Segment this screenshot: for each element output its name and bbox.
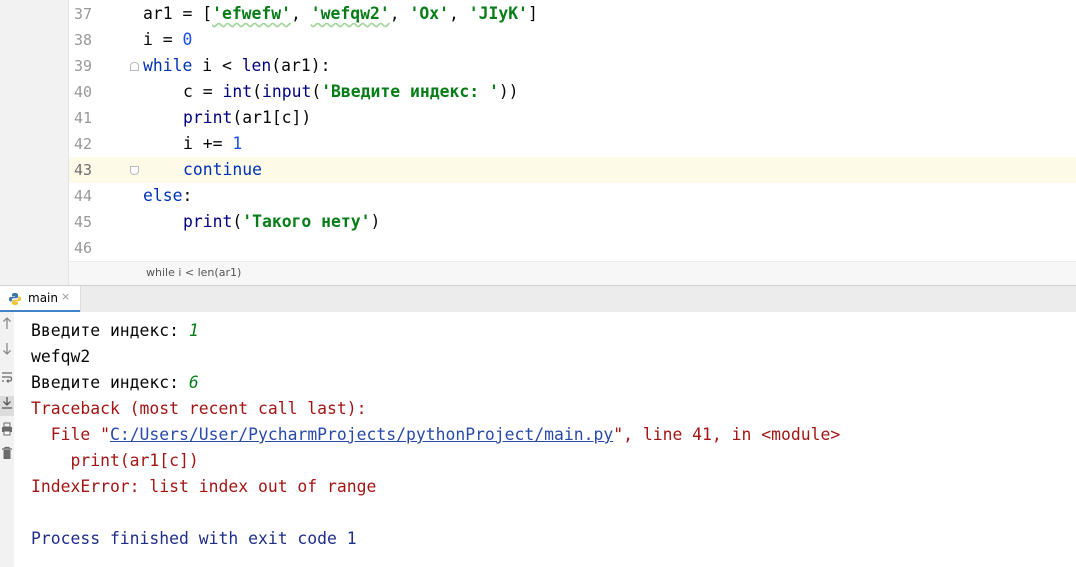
breadcrumb-item[interactable]: while i < len(ar1) <box>146 266 241 279</box>
file-link[interactable]: C:/Users/User/PycharmProjects/pythonProj… <box>110 425 613 444</box>
console-text: ", line 41, in <module> <box>613 425 841 444</box>
code-text: i < <box>192 56 242 75</box>
editor-left-strip <box>0 0 69 285</box>
fold-marker-icon[interactable] <box>130 62 139 71</box>
code-text: ] <box>527 4 538 23</box>
code-text: )) <box>498 82 519 101</box>
error-message: IndexError: list index out of range <box>31 477 377 496</box>
line-number: 45 <box>73 213 92 231</box>
code-text: i += <box>183 134 233 153</box>
code-line[interactable]: else: <box>143 183 192 209</box>
line-number: 37 <box>73 5 92 23</box>
line-number: 41 <box>73 109 92 127</box>
tab-main[interactable]: main × <box>0 286 81 312</box>
string-literal: 'efwefw' <box>212 4 292 23</box>
string-literal: 'Введите индекс: ' <box>321 82 499 101</box>
code-editor[interactable]: 37 38 39 40 41 42 43 44 45 46 ar1 = ['ef… <box>0 0 1076 285</box>
code-line[interactable]: i = 0 <box>143 27 192 53</box>
code-line-current[interactable]: continue <box>143 157 262 183</box>
line-number: 42 <box>73 135 92 153</box>
code-text: i = <box>143 30 183 49</box>
code-text: , <box>448 4 469 23</box>
number-literal: 1 <box>232 134 243 153</box>
trash-icon[interactable] <box>0 446 14 466</box>
line-number: 46 <box>73 239 92 257</box>
code-line[interactable]: ar1 = ['efwefw', 'wefqw2', 'Ox', 'JIyK'] <box>143 1 538 27</box>
code-line[interactable]: print('Такого нету') <box>143 209 380 235</box>
soft-wrap-icon[interactable] <box>0 370 14 390</box>
code-text: , <box>389 4 410 23</box>
console-user-input: 1 <box>188 321 199 340</box>
code-text: ( <box>311 82 322 101</box>
traceback-file-line: File "C:/Users/User/PycharmProjects/pyth… <box>31 422 840 448</box>
scroll-to-end-icon[interactable] <box>0 396 14 416</box>
console-prompt-text: Введите индекс: <box>31 373 189 392</box>
code-text: ( <box>232 212 243 231</box>
run-tool-window-header: main × <box>0 285 1076 312</box>
code-text: ) <box>370 212 381 231</box>
process-finished-message: Process finished with exit code 1 <box>31 529 357 548</box>
close-icon[interactable]: × <box>61 290 70 303</box>
tab-label: main <box>28 291 58 305</box>
builtin-function: int <box>222 82 253 101</box>
code-line[interactable]: print(ar1[c]) <box>143 105 311 131</box>
breadcrumb[interactable]: while i < len(ar1) <box>69 261 1076 285</box>
line-number: 39 <box>73 57 92 75</box>
keyword: continue <box>183 160 262 179</box>
console-prompt-text: Введите индекс: <box>31 321 189 340</box>
line-number: 38 <box>73 31 92 49</box>
console-line-partial: ' ' ' ' ' ' ' ' ' ' ' ' ' ' ' ' ' ' ' ' … <box>28 312 1068 317</box>
console-line: Введите индекс: 1 <box>31 318 199 344</box>
code-text: (ar1): <box>271 56 331 75</box>
builtin-function: print <box>183 212 233 231</box>
traceback-code-line: print(ar1[c]) <box>31 451 199 470</box>
down-arrow-icon[interactable] <box>0 342 14 362</box>
console-text: File " <box>31 425 110 444</box>
keyword: else <box>143 186 183 205</box>
number-literal: 0 <box>182 30 193 49</box>
run-console-output[interactable]: ' ' ' ' ' ' ' ' ' ' ' ' ' ' ' ' ' ' ' ' … <box>14 312 1076 567</box>
code-line[interactable]: i += 1 <box>143 131 242 157</box>
string-literal: 'Такого нету' <box>242 212 371 231</box>
fold-marker-icon[interactable] <box>130 166 139 175</box>
console-user-input: 6 <box>188 373 199 392</box>
console-line: wefqw2 <box>31 347 91 366</box>
console-line: Введите индекс: 6 <box>31 370 199 396</box>
builtin-function: print <box>183 108 233 127</box>
keyword: while <box>143 56 193 75</box>
code-text: c = <box>183 82 223 101</box>
traceback-header: Traceback (most recent call last): <box>31 399 367 418</box>
code-line[interactable]: c = int(input('Введите индекс: ')) <box>143 79 519 105</box>
code-text: ar1 = [ <box>143 4 213 23</box>
code-text: (ar1[c]) <box>232 108 312 127</box>
line-number-current: 43 <box>73 161 92 179</box>
string-literal: 'wefqw2' <box>310 4 390 23</box>
code-text: : <box>182 186 193 205</box>
run-toolbar <box>0 312 14 567</box>
code-text: , <box>291 4 311 23</box>
builtin-function: input <box>261 82 312 101</box>
line-number: 44 <box>73 187 92 205</box>
string-literal: 'JIyK' <box>468 4 528 23</box>
up-arrow-icon[interactable] <box>0 316 14 336</box>
line-number: 40 <box>73 83 92 101</box>
print-icon[interactable] <box>0 422 14 442</box>
python-icon <box>9 293 21 305</box>
code-line[interactable]: while i < len(ar1): <box>143 53 331 79</box>
code-text: ( <box>252 82 262 101</box>
builtin-function: len <box>241 56 272 75</box>
string-literal: 'Ox' <box>409 4 449 23</box>
